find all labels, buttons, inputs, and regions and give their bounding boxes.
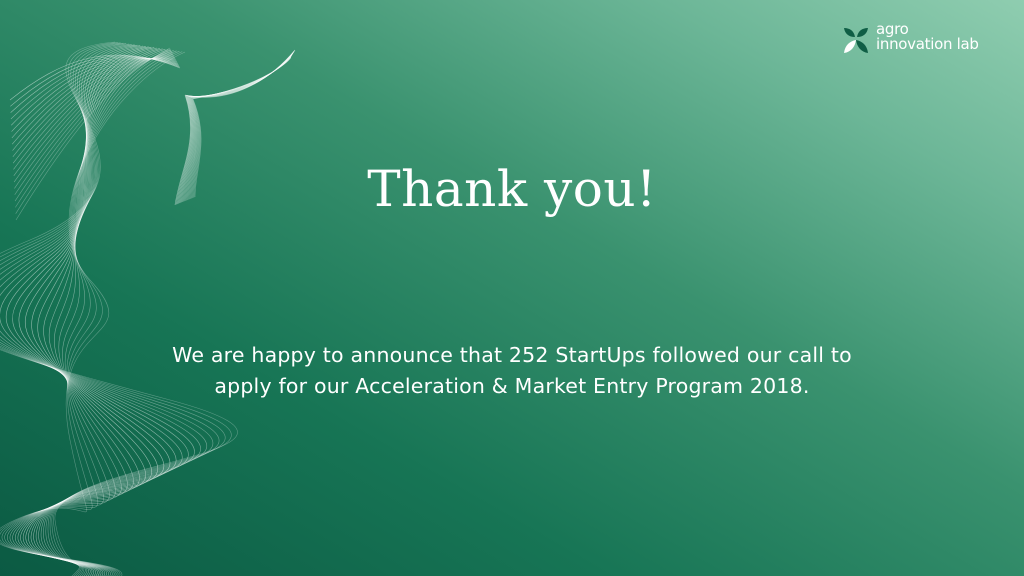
logo-wordmark: agro innovation lab <box>876 22 979 52</box>
wave-line <box>25 46 159 576</box>
wave-line <box>22 47 155 576</box>
wave-lines-decoration <box>0 41 296 576</box>
announcement-line-2: apply for our Acceleration & Market Entr… <box>214 374 810 398</box>
wave-line <box>0 44 201 576</box>
announcement-text: We are happy to announce that 252 StartU… <box>112 340 912 402</box>
wave-line <box>0 44 195 576</box>
wave-line <box>10 57 179 120</box>
wave-line <box>13 55 174 176</box>
wave-line <box>11 58 177 145</box>
wave-line <box>0 51 186 576</box>
wave-line <box>0 42 220 576</box>
wave-line <box>0 45 183 576</box>
wave-line <box>12 57 175 164</box>
agro-innovation-lab-logo: agro innovation lab <box>842 22 979 55</box>
wave-line <box>12 46 171 576</box>
wave-line <box>4 50 174 576</box>
wave-line <box>11 57 178 126</box>
wave-line <box>6 49 172 576</box>
announcement-line-1: We are happy to announce that 252 StartU… <box>172 343 852 367</box>
wave-line <box>0 51 183 576</box>
wave-line <box>9 49 169 576</box>
wave-line <box>20 47 158 576</box>
logo-line-innovation-lab: innovation lab <box>876 35 979 53</box>
wave-line <box>10 56 180 113</box>
wave-line <box>10 55 180 107</box>
thank-you-slide: agro innovation lab Thank you! We are ha… <box>0 0 1024 576</box>
wave-line <box>0 43 213 576</box>
wave-line <box>0 50 180 576</box>
wave-line <box>0 42 232 576</box>
wave-line <box>12 58 176 151</box>
wave-line <box>11 58 178 132</box>
wave-line <box>0 41 238 576</box>
wave-line <box>11 58 177 139</box>
wave-line <box>0 42 226 576</box>
wave-line <box>17 48 160 576</box>
wave-line <box>5 45 177 576</box>
wave-line <box>0 43 207 576</box>
wave-line <box>0 44 189 576</box>
wave-line <box>12 57 176 158</box>
wave-line <box>9 54 181 101</box>
wave-line <box>18 46 165 576</box>
wave-line <box>13 56 175 170</box>
wave-line <box>1 50 177 576</box>
wave-line <box>12 48 166 576</box>
leaf-logo-icon <box>844 28 868 53</box>
wave-line <box>15 48 163 576</box>
slide-title: Thank you! <box>367 160 657 218</box>
